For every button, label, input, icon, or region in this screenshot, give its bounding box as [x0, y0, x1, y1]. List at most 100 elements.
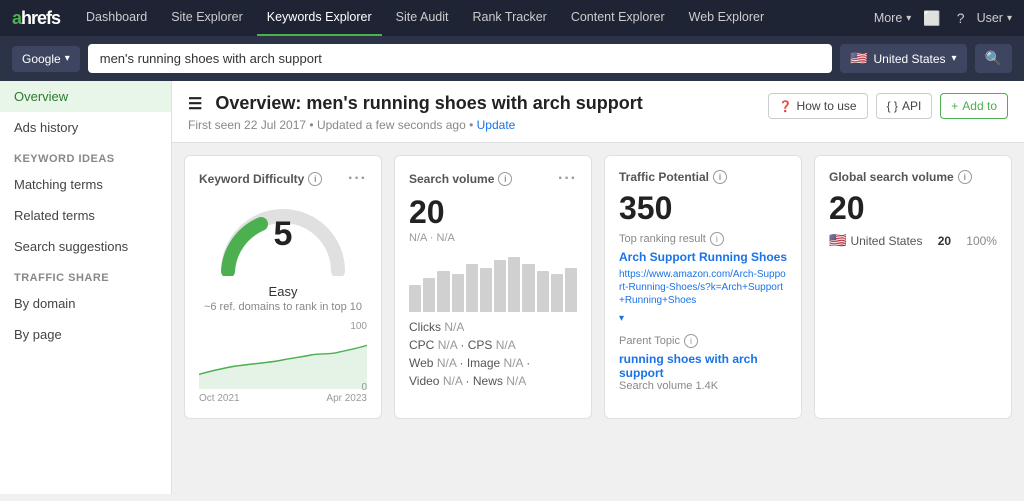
sidebar-item-related-terms[interactable]: Related terms: [0, 200, 171, 231]
nav-site-explorer[interactable]: Site Explorer: [161, 0, 253, 36]
line-chart-svg: [199, 321, 367, 389]
country-selector[interactable]: 🇺🇸 United States ▾: [840, 44, 967, 73]
bar: [494, 260, 506, 312]
bar: [480, 268, 492, 312]
overview-title: ☰ Overview: men's running shoes with arc…: [188, 93, 643, 114]
chart-axis-0: 0: [361, 382, 367, 393]
video-news-row: Video N/A · News N/A: [409, 374, 577, 388]
gauge-label: Easy: [199, 284, 367, 299]
info-icon-tr[interactable]: i: [710, 232, 724, 246]
sidebar-item-by-page[interactable]: By page: [0, 319, 171, 350]
parent-topic-section: Parent Topic i running shoes with arch s…: [619, 334, 787, 392]
nav-right: More ▾ ⬜ ? User ▾: [874, 6, 1012, 31]
dropdown-icon[interactable]: ▾: [619, 313, 624, 324]
bar: [409, 285, 421, 313]
parent-search-volume: Search volume 1.4K: [619, 380, 787, 392]
info-icon-pt[interactable]: i: [684, 334, 698, 348]
search-bar: Google ▾ 🇺🇸 United States ▾ 🔍: [0, 36, 1024, 81]
chevron-down-icon: ▾: [65, 53, 70, 64]
cpc-cps-row: CPC N/A · CPS N/A: [409, 338, 577, 352]
clicks-row: Clicks N/A: [409, 320, 577, 334]
traffic-share-header: Traffic share: [0, 262, 171, 288]
chevron-down-icon: ▾: [906, 13, 911, 24]
sidebar: Overview Ads history Keyword ideas Match…: [0, 81, 172, 494]
sidebar-item-search-suggestions[interactable]: Search suggestions: [0, 231, 171, 262]
chevron-down-icon: ▾: [952, 53, 957, 64]
overview-title-section: ☰ Overview: men's running shoes with arc…: [188, 93, 643, 132]
gauge-container: 5: [199, 196, 367, 276]
plus-icon: +: [951, 99, 958, 113]
bar: [522, 264, 534, 312]
sidebar-item-matching-terms[interactable]: Matching terms: [0, 169, 171, 200]
ranking-url[interactable]: https://www.amazon.com/Arch-Support-Runn…: [619, 268, 787, 307]
nav-content-explorer[interactable]: Content Explorer: [561, 0, 675, 36]
web-image-row: Web N/A · Image N/A ·: [409, 356, 577, 370]
card-title-sv: Search volume i ···: [409, 170, 577, 188]
overview-header: ☰ Overview: men's running shoes with arc…: [172, 81, 1024, 143]
line-chart-labels: Oct 2021 Apr 2023: [199, 393, 367, 404]
search-input[interactable]: [88, 44, 832, 73]
nav-keywords-explorer[interactable]: Keywords Explorer: [257, 0, 382, 36]
add-to-button[interactable]: + Add to: [940, 93, 1008, 119]
help-icon[interactable]: ?: [953, 6, 969, 30]
dots-menu-kd[interactable]: ···: [348, 170, 367, 188]
keyword-difficulty-card: Keyword Difficulty i ··· 5 Easy: [184, 155, 382, 419]
more-button[interactable]: More ▾: [874, 11, 912, 25]
top-ranking-section: Top ranking result i Arch Support Runnin…: [619, 232, 787, 324]
nav-rank-tracker[interactable]: Rank Tracker: [462, 0, 556, 36]
nav-site-audit[interactable]: Site Audit: [386, 0, 459, 36]
brand-logo: ahrefs: [12, 8, 60, 29]
hamburger-icon[interactable]: ☰: [188, 96, 202, 113]
parent-topic-link[interactable]: running shoes with arch support: [619, 352, 787, 380]
overview-meta: First seen 22 Jul 2017 • Updated a few s…: [188, 118, 643, 132]
main-layout: Overview Ads history Keyword ideas Match…: [0, 81, 1024, 494]
country-name: 🇺🇸 United States: [829, 232, 922, 249]
question-circle-icon: ❓: [779, 100, 793, 113]
monitor-icon[interactable]: ⬜: [919, 6, 944, 31]
api-icon: { }: [887, 99, 898, 113]
bar: [508, 257, 520, 312]
overview-actions: ❓ How to use { } API + Add to: [768, 93, 1008, 119]
bar: [437, 271, 449, 312]
ranking-title-link[interactable]: Arch Support Running Shoes: [619, 250, 787, 266]
bar: [565, 268, 577, 312]
search-volume-card: Search volume i ··· 20 N/A · N/A Clicks …: [394, 155, 592, 419]
line-chart-area: 100 0: [199, 321, 367, 391]
bar: [537, 271, 549, 312]
info-icon-tp[interactable]: i: [713, 170, 727, 184]
info-icon-sv[interactable]: i: [498, 172, 512, 186]
gauge-value: 5: [274, 215, 293, 254]
card-title-kd: Keyword Difficulty i ···: [199, 170, 367, 188]
cards-grid: Keyword Difficulty i ··· 5 Easy: [172, 143, 1024, 431]
country-row: 🇺🇸 United States 20 100%: [829, 232, 997, 249]
nav-items: Dashboard Site Explorer Keywords Explore…: [76, 0, 874, 36]
sv-sub: N/A · N/A: [409, 232, 577, 244]
card-title-gsv: Global search volume i: [829, 170, 997, 184]
sidebar-item-overview[interactable]: Overview: [0, 81, 171, 112]
bar: [551, 274, 563, 313]
how-to-use-button[interactable]: ❓ How to use: [768, 93, 868, 119]
user-menu[interactable]: User ▾: [977, 11, 1012, 25]
search-engine-button[interactable]: Google ▾: [12, 46, 80, 72]
sv-value: 20: [409, 196, 577, 228]
gauge-description: ~6 ref. domains to rank in top 10: [199, 301, 367, 313]
sidebar-item-ads-history[interactable]: Ads history: [0, 112, 171, 143]
update-link[interactable]: Update: [477, 118, 516, 132]
gsv-value: 20: [829, 192, 997, 224]
card-title-tp: Traffic Potential i: [619, 170, 787, 184]
bar-chart: [409, 252, 577, 312]
nav-web-explorer[interactable]: Web Explorer: [679, 0, 775, 36]
bar: [466, 264, 478, 312]
api-button[interactable]: { } API: [876, 93, 933, 119]
info-icon-gsv[interactable]: i: [958, 170, 972, 184]
content-area: ☰ Overview: men's running shoes with arc…: [172, 81, 1024, 494]
sidebar-item-by-domain[interactable]: By domain: [0, 288, 171, 319]
bar: [423, 278, 435, 312]
chevron-down-icon: ▾: [1007, 13, 1012, 24]
dots-menu-sv[interactable]: ···: [558, 170, 577, 188]
global-search-volume-card: Global search volume i 20 🇺🇸 United Stat…: [814, 155, 1012, 419]
keyword-ideas-header: Keyword ideas: [0, 143, 171, 169]
search-go-button[interactable]: 🔍: [975, 44, 1012, 73]
info-icon-kd[interactable]: i: [308, 172, 322, 186]
nav-dashboard[interactable]: Dashboard: [76, 0, 157, 36]
